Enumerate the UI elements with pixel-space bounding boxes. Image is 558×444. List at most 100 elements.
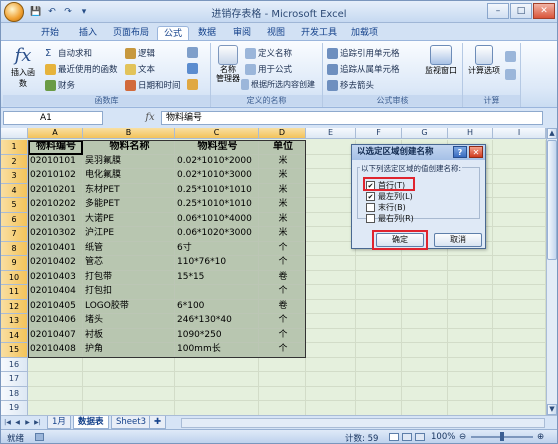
empty-cell[interactable] [493,270,546,285]
empty-cell[interactable] [493,401,546,415]
empty-cell[interactable] [402,386,448,401]
empty-cell[interactable] [448,343,493,358]
empty-cell[interactable] [259,401,306,415]
tab-addins[interactable]: 加载项 [345,26,384,41]
empty-cell[interactable] [306,212,356,227]
left-column-checkbox[interactable]: ✔ 最左列(L) [366,191,413,202]
logical-button[interactable]: 逻辑 [125,47,155,59]
empty-cell[interactable] [493,372,546,387]
column-header[interactable]: E [306,128,356,139]
empty-cell[interactable] [402,328,448,343]
row-header[interactable]: 2 [1,154,28,169]
maximize-button[interactable]: □ [510,3,532,19]
row-header[interactable]: 11 [1,285,28,300]
empty-cell[interactable] [448,357,493,372]
empty-cell[interactable] [259,372,306,387]
sheet-tab-data[interactable]: 数据表 [73,416,109,429]
empty-cell[interactable] [356,343,402,358]
row-header[interactable]: 8 [1,241,28,256]
view-pagebreak-icon[interactable] [415,433,425,441]
row-header[interactable]: 12 [1,299,28,314]
row-header[interactable]: 5 [1,198,28,213]
row-header[interactable]: 16 [1,357,28,372]
last-sheet-icon[interactable]: ▶| [33,417,42,428]
empty-cell[interactable] [448,372,493,387]
financial-button[interactable]: 财务 [45,79,75,91]
empty-cell[interactable] [356,270,402,285]
empty-cell[interactable] [493,241,546,256]
empty-cell[interactable] [356,314,402,329]
dialog-close-button[interactable]: ✕ [469,146,483,158]
datetime-button[interactable]: 日期和时间 [125,79,181,91]
empty-cell[interactable] [259,357,306,372]
empty-cell[interactable] [356,372,402,387]
empty-cell[interactable] [402,270,448,285]
row-header[interactable]: 6 [1,212,28,227]
zoom-level[interactable]: 100% [431,432,455,442]
trace-precedents-button[interactable]: 追踪引用单元格 [327,47,400,59]
empty-cell[interactable] [493,343,546,358]
row-header[interactable]: 1 [1,140,28,155]
help-button[interactable]: ? [453,146,467,158]
empty-cell[interactable] [306,372,356,387]
column-header[interactable]: G [402,128,448,139]
math-button[interactable] [187,63,198,74]
use-in-formula-button[interactable]: 用于公式 [245,63,292,75]
tab-data[interactable]: 数据 [192,26,222,41]
empty-cell[interactable] [448,285,493,300]
empty-cell[interactable] [83,386,175,401]
empty-cell[interactable] [306,357,356,372]
empty-cell[interactable] [448,328,493,343]
name-manager-button[interactable]: 名称 管理器 [213,45,243,83]
define-name-button[interactable]: 定义名称 [245,47,292,59]
empty-cell[interactable] [493,154,546,169]
empty-cell[interactable] [493,285,546,300]
empty-cell[interactable] [83,357,175,372]
create-from-selection-button[interactable]: 根据所选内容创建 [241,79,315,90]
zoom-thumb[interactable] [500,432,504,441]
empty-cell[interactable] [306,328,356,343]
scroll-down-icon[interactable]: ▼ [547,404,557,415]
row-header[interactable]: 14 [1,328,28,343]
select-all-corner[interactable] [1,128,28,139]
empty-cell[interactable] [493,299,546,314]
empty-cell[interactable] [356,357,402,372]
minimize-button[interactable]: – [487,3,509,19]
empty-cell[interactable] [175,401,259,415]
empty-cell[interactable] [448,386,493,401]
empty-cell[interactable] [306,241,356,256]
empty-cell[interactable] [28,401,83,415]
column-header[interactable]: A [28,128,83,139]
close-button[interactable]: ✕ [533,3,555,19]
empty-cell[interactable] [493,357,546,372]
empty-cell[interactable] [493,212,546,227]
empty-cell[interactable] [493,169,546,184]
column-header[interactable]: C [175,128,259,139]
row-header[interactable]: 15 [1,343,28,358]
calc-options-button[interactable]: 计算选项 [467,45,501,76]
empty-cell[interactable] [402,372,448,387]
sheet-tab-sheet3[interactable]: Sheet3 [111,416,151,429]
view-normal-icon[interactable] [389,433,399,441]
column-header[interactable]: H [448,128,493,139]
empty-cell[interactable] [493,140,546,155]
empty-cell[interactable] [402,256,448,271]
empty-cell[interactable] [448,256,493,271]
tab-formulas[interactable]: 公式 [157,26,190,41]
row-header[interactable]: 4 [1,183,28,198]
empty-cell[interactable] [83,372,175,387]
row-header[interactable]: 17 [1,372,28,387]
empty-cell[interactable] [306,198,356,213]
empty-cell[interactable] [306,169,356,184]
empty-cell[interactable] [402,343,448,358]
column-header[interactable]: D [259,128,306,139]
empty-cell[interactable] [306,140,356,155]
first-sheet-icon[interactable]: |◀ [3,417,12,428]
autosum-button[interactable]: Σ 自动求和 [45,47,92,60]
empty-cell[interactable] [493,183,546,198]
empty-cell[interactable] [356,401,402,415]
empty-cell[interactable] [28,386,83,401]
empty-cell[interactable] [493,386,546,401]
empty-cell[interactable] [493,227,546,242]
right-column-checkbox[interactable]: 最右列(R) [366,213,414,224]
